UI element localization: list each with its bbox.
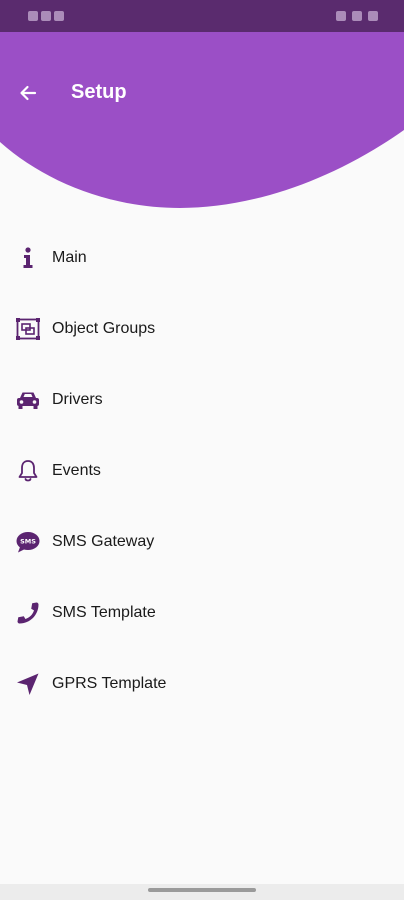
status-icons-right [336, 11, 378, 21]
notification-icon [28, 11, 38, 21]
notification-icon [54, 11, 64, 21]
menu-item-label: Main [52, 248, 87, 266]
image-icon [352, 11, 362, 21]
menu-item-object-groups[interactable]: Object Groups [0, 293, 404, 364]
menu-item-events[interactable]: Events [0, 435, 404, 506]
menu-item-main[interactable]: Main [0, 222, 404, 293]
app-header: Setup [0, 32, 404, 212]
menu-item-gprs-template[interactable]: GPRS Template [0, 648, 404, 719]
location-arrow-icon [15, 671, 41, 697]
menu-item-label: Events [52, 461, 101, 479]
page-title: Setup [71, 81, 127, 103]
notification-icon [41, 11, 51, 21]
menu-item-label: GPRS Template [52, 674, 167, 692]
alarm-icon [336, 11, 346, 21]
system-nav-bar [0, 884, 404, 900]
info-icon [15, 245, 41, 271]
menu-item-sms-template[interactable]: SMS Template [0, 577, 404, 648]
menu-item-sms-gateway[interactable]: SMS SMS Gateway [0, 506, 404, 577]
header-background [0, 32, 404, 208]
object-groups-icon [15, 316, 41, 342]
svg-text:SMS: SMS [20, 537, 36, 545]
menu-item-label: SMS Gateway [52, 532, 155, 550]
bell-icon [15, 458, 41, 484]
status-icons-left [28, 11, 64, 21]
menu-item-label: Drivers [52, 390, 103, 408]
phone-icon [15, 600, 41, 626]
arrow-left-icon [20, 85, 37, 101]
battery-icon [368, 11, 378, 21]
back-button[interactable] [14, 80, 42, 106]
status-bar [0, 0, 404, 32]
menu-item-label: Object Groups [52, 319, 156, 337]
home-indicator[interactable] [148, 888, 256, 892]
car-icon [15, 387, 41, 413]
setup-menu: Main Object Groups Drivers Events SMS SM… [0, 222, 404, 719]
sms-icon: SMS [15, 529, 41, 555]
menu-item-drivers[interactable]: Drivers [0, 364, 404, 435]
menu-item-label: SMS Template [52, 603, 156, 621]
